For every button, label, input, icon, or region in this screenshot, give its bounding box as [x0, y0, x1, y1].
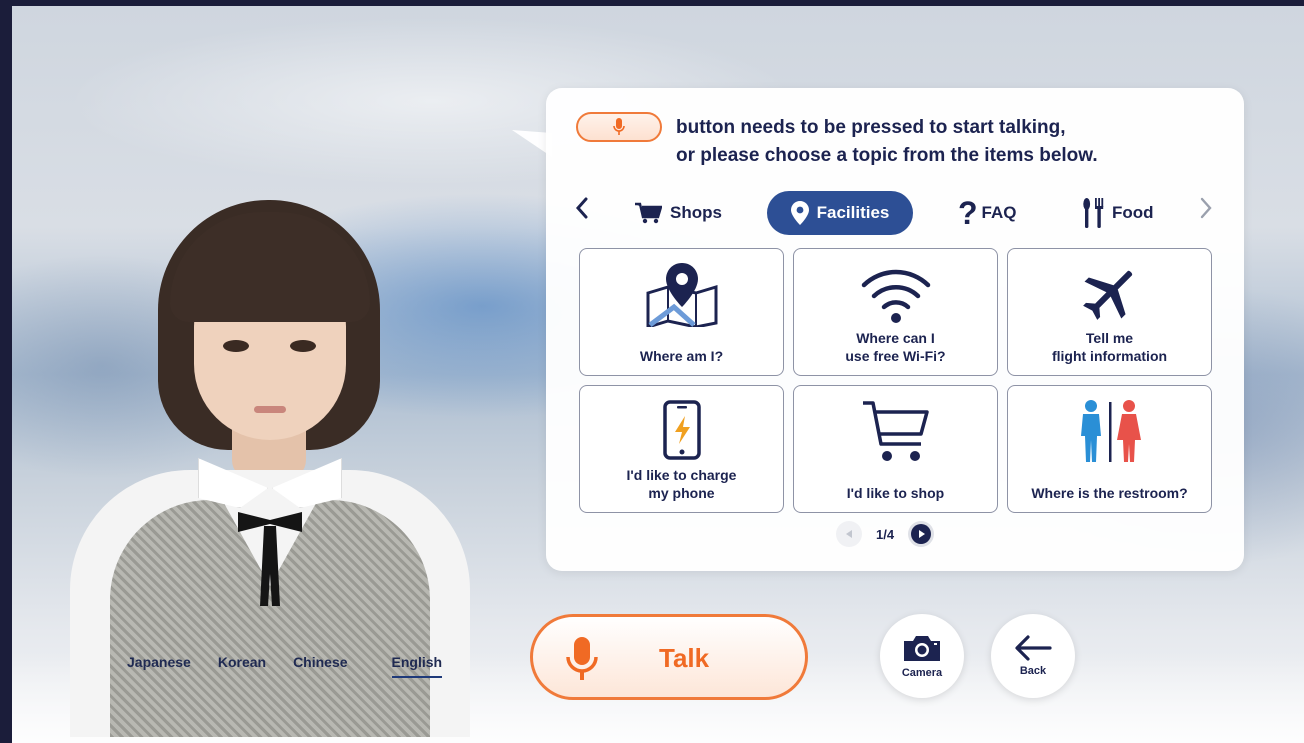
page-next-button[interactable]: [908, 521, 935, 547]
cart-icon: [635, 202, 662, 224]
tab-shops[interactable]: Shops: [634, 191, 722, 235]
card-label: Where am I?: [639, 348, 724, 364]
back-label: Back: [1019, 665, 1047, 677]
avatar-mouth: [254, 406, 286, 413]
pagination: 1/4: [836, 521, 935, 547]
language-japanese[interactable]: Japanese: [127, 654, 191, 678]
camera-icon: [904, 636, 940, 661]
card-icon-wrap: [1008, 263, 1211, 323]
topic-grid: Where am I? Where can I use free Wi-Fi?: [579, 248, 1213, 513]
back-button[interactable]: Back: [991, 614, 1075, 698]
topic-card-restroom[interactable]: Where is the restroom?: [1007, 385, 1212, 513]
tabs-next-button[interactable]: [1194, 196, 1218, 226]
instruction-line-2: or please choose a topic from the items …: [676, 145, 1098, 166]
chevron-left-icon: [575, 197, 588, 219]
page-next-inner: [911, 524, 932, 544]
mic-hint-pill: [576, 112, 662, 142]
topic-card-charge-phone[interactable]: I'd like to charge my phone: [579, 385, 784, 513]
tabs-prev-button[interactable]: [570, 196, 594, 226]
card-icon-wrap: [580, 400, 783, 460]
triangle-left-icon: [846, 530, 852, 538]
tab-food-label: Food: [1112, 203, 1154, 222]
wifi-icon: [861, 269, 930, 323]
camera-label: Camera: [901, 667, 943, 679]
instruction-text: button needs to be pressed to start talk…: [676, 114, 1196, 170]
airplane-icon: [1082, 270, 1132, 320]
language-chinese[interactable]: Chinese: [293, 654, 347, 678]
location-pin-icon: [790, 201, 809, 225]
microphone-icon: [566, 637, 598, 680]
talk-button[interactable]: Talk: [530, 614, 808, 700]
phone-charge-icon: [662, 400, 701, 460]
tab-food[interactable]: Food: [1082, 191, 1154, 235]
tab-faq[interactable]: ? FAQ: [958, 191, 1017, 235]
fork-knife-icon: [1083, 198, 1104, 228]
map-pin-icon: [646, 263, 717, 327]
card-label: Where is the restroom?: [1031, 485, 1188, 501]
avatar-eye-right: [290, 340, 316, 352]
language-english[interactable]: English: [391, 654, 443, 678]
avatar-eye-left: [223, 340, 249, 352]
card-icon-wrap: [1008, 400, 1211, 464]
question-icon: ?: [958, 195, 978, 231]
card-label: I'd like to charge my phone: [626, 467, 737, 501]
card-icon-wrap: [580, 263, 783, 327]
arrow-left-icon: [1015, 635, 1052, 661]
mic-icon: [613, 118, 625, 135]
card-icon-wrap: [794, 267, 997, 323]
topic-card-shop[interactable]: I'd like to shop: [793, 385, 998, 513]
page-prev-button[interactable]: [836, 521, 862, 547]
card-label: Where can I use free Wi-Fi?: [845, 330, 946, 364]
tab-facilities-label: Facilities: [816, 203, 890, 222]
card-label: I'd like to shop: [846, 485, 945, 501]
language-selector: Japanese Korean Chinese English: [127, 654, 443, 678]
topic-card-flight-info[interactable]: Tell me flight information: [1007, 248, 1212, 376]
category-tabs: Shops Facilities ? FAQ Food: [570, 188, 1220, 236]
page-indicator: 1/4: [876, 526, 895, 542]
restroom-icon: [1080, 400, 1141, 462]
tab-shops-label: Shops: [670, 203, 722, 222]
talk-label: Talk: [659, 643, 710, 673]
tab-facilities[interactable]: Facilities: [767, 191, 913, 235]
shopping-cart-icon: [862, 401, 929, 461]
card-icon-wrap: [794, 400, 997, 464]
triangle-right-icon: [918, 530, 925, 538]
topic-card-wifi[interactable]: Where can I use free Wi-Fi?: [793, 248, 998, 376]
camera-button[interactable]: Camera: [880, 614, 964, 698]
talk-mic-wrap: [565, 637, 599, 686]
language-korean[interactable]: Korean: [218, 654, 266, 678]
topic-panel: button needs to be pressed to start talk…: [546, 88, 1244, 571]
card-label: Tell me flight information: [1051, 330, 1168, 364]
topic-card-where-am-i[interactable]: Where am I?: [579, 248, 784, 376]
tab-faq-label: FAQ: [981, 203, 1017, 222]
instruction-line-1: button needs to be pressed to start talk…: [676, 117, 1066, 138]
chevron-right-icon: [1200, 197, 1212, 219]
